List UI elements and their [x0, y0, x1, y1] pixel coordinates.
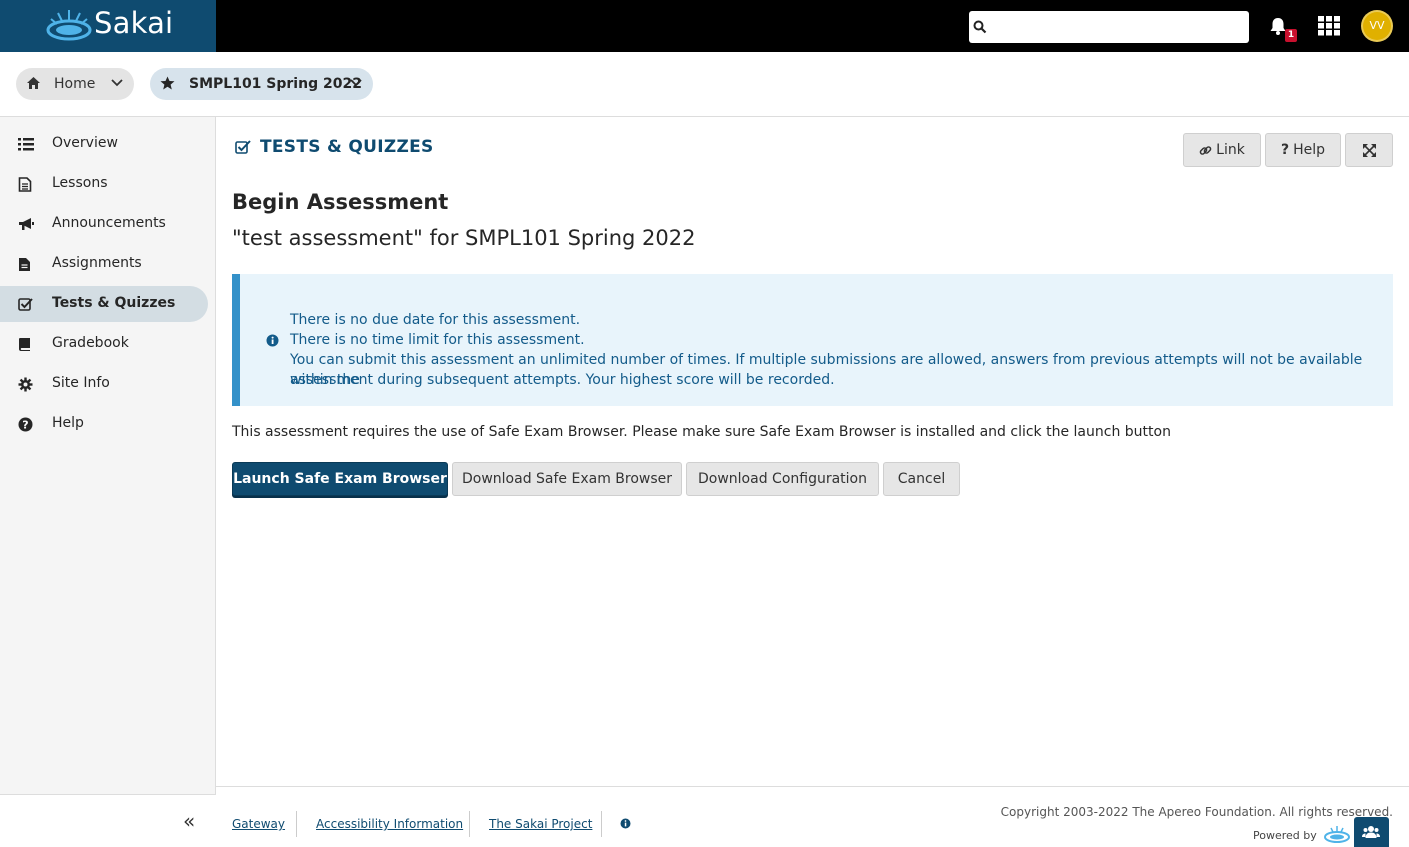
sidebar-item-label: Gradebook: [52, 335, 129, 351]
sakai-logo[interactable]: Sakai: [0, 0, 216, 52]
sidebar-item-label: Assignments: [52, 255, 142, 271]
sidebar-item-announcements[interactable]: Announcements: [0, 206, 208, 242]
file-text-icon: [18, 177, 32, 192]
users-icon: [1362, 826, 1380, 838]
footer-divider: [601, 811, 602, 837]
footer-link-sakai-project[interactable]: The Sakai Project: [489, 817, 592, 831]
roster-chat-button[interactable]: [1354, 817, 1389, 847]
help-button-label: Help: [1293, 142, 1326, 158]
sidebar-item-label: Tests & Quizzes: [52, 295, 176, 311]
sidebar-item-label: Lessons: [52, 175, 108, 191]
bullhorn-icon: [19, 218, 34, 230]
check-square-icon: [18, 298, 33, 311]
avatar[interactable]: VV: [1361, 10, 1393, 42]
info-submissions-cont: assessment during subsequent attempts. Y…: [290, 372, 835, 388]
fullscreen-button[interactable]: [1345, 133, 1393, 167]
expand-arrows-icon: [1362, 143, 1376, 157]
sidebar-item-label: Help: [52, 415, 84, 431]
top-header: Sakai 1 VV: [0, 0, 1409, 52]
footer-link-gateway[interactable]: Gateway: [232, 817, 285, 831]
chevron-down-icon[interactable]: [350, 79, 362, 87]
sidebar-item-label: Announcements: [52, 215, 166, 231]
link-button-label: Link: [1216, 142, 1245, 158]
search-icon: [973, 20, 987, 34]
copyright-text: Copyright 2003-2022 The Apereo Foundatio…: [1000, 805, 1393, 819]
assessment-subtitle: "test assessment" for SMPL101 Spring 202…: [232, 226, 696, 250]
launch-seb-button[interactable]: Launch Safe Exam Browser: [232, 462, 448, 496]
download-seb-button[interactable]: Download Safe Exam Browser: [452, 462, 682, 496]
logo-text: Sakai: [94, 6, 174, 40]
double-chevron-left-icon: «: [183, 809, 196, 833]
sakai-swirl-icon: [46, 10, 92, 41]
svg-text:?: ?: [22, 419, 28, 432]
site-label: SMPL101 Spring 2022: [189, 76, 362, 92]
question-icon: ?: [1280, 142, 1290, 158]
sakai-swirl-icon: [1324, 826, 1350, 843]
question-circle-icon: ?: [18, 417, 33, 432]
site-breadcrumb-button[interactable]: SMPL101 Spring 2022: [150, 68, 373, 100]
footer: Gateway Accessibility Information The Sa…: [216, 786, 1409, 847]
footer-divider: [469, 811, 470, 837]
sidebar-item-overview[interactable]: Overview: [0, 126, 208, 162]
apps-grid-icon[interactable]: [1318, 16, 1340, 36]
home-breadcrumb-button[interactable]: Home: [16, 68, 134, 100]
notification-badge: 1: [1285, 29, 1297, 42]
home-icon: [27, 77, 40, 89]
sidebar-item-help[interactable]: ? Help: [0, 406, 208, 442]
star-icon: [160, 76, 175, 90]
sidebar-item-label: Site Info: [52, 375, 110, 391]
page-title: Begin Assessment: [232, 190, 449, 214]
info-due-date: There is no due date for this assessment…: [290, 312, 581, 328]
footer-link-accessibility[interactable]: Accessibility Information: [316, 817, 463, 831]
search-input[interactable]: [969, 11, 1249, 43]
check-square-icon: [235, 140, 251, 154]
gear-icon: [18, 377, 33, 392]
link-icon: [1199, 145, 1212, 155]
info-circle-icon: [266, 334, 279, 347]
help-button[interactable]: ? Help: [1265, 133, 1341, 167]
sidebar-item-label: Overview: [52, 135, 118, 151]
info-circle-icon[interactable]: [620, 818, 631, 829]
chevron-down-icon[interactable]: [111, 79, 123, 87]
cancel-button[interactable]: Cancel: [883, 462, 960, 496]
info-time-limit: There is no time limit for this assessme…: [290, 332, 585, 348]
link-button[interactable]: Link: [1183, 133, 1261, 167]
sidebar-item-tests-quizzes[interactable]: Tests & Quizzes: [0, 286, 208, 322]
sidebar-item-site-info[interactable]: Site Info: [0, 366, 208, 402]
sidebar-item-gradebook[interactable]: Gradebook: [0, 326, 208, 362]
powered-by-label: Powered by: [1253, 829, 1317, 842]
sidebar-item-assignments[interactable]: Assignments: [0, 246, 208, 282]
sidebar-item-lessons[interactable]: Lessons: [0, 166, 208, 202]
seb-requirement-text: This assessment requires the use of Safe…: [232, 424, 1171, 440]
assessment-info-alert: There is no due date for this assessment…: [232, 274, 1393, 406]
collapse-sidebar-button[interactable]: «: [0, 794, 216, 847]
tool-title-label: TESTS & QUIZZES: [260, 137, 434, 157]
tool-sidebar: Overview Lessons Announcements Assignmen…: [0, 117, 216, 847]
book-icon: [19, 338, 30, 351]
list-icon: [18, 138, 34, 151]
download-config-button[interactable]: Download Configuration: [686, 462, 879, 496]
file-icon: [19, 258, 30, 271]
footer-divider: [296, 811, 297, 837]
home-label: Home: [54, 76, 96, 92]
breadcrumb: Home SMPL101 Spring 2022: [0, 52, 1409, 117]
